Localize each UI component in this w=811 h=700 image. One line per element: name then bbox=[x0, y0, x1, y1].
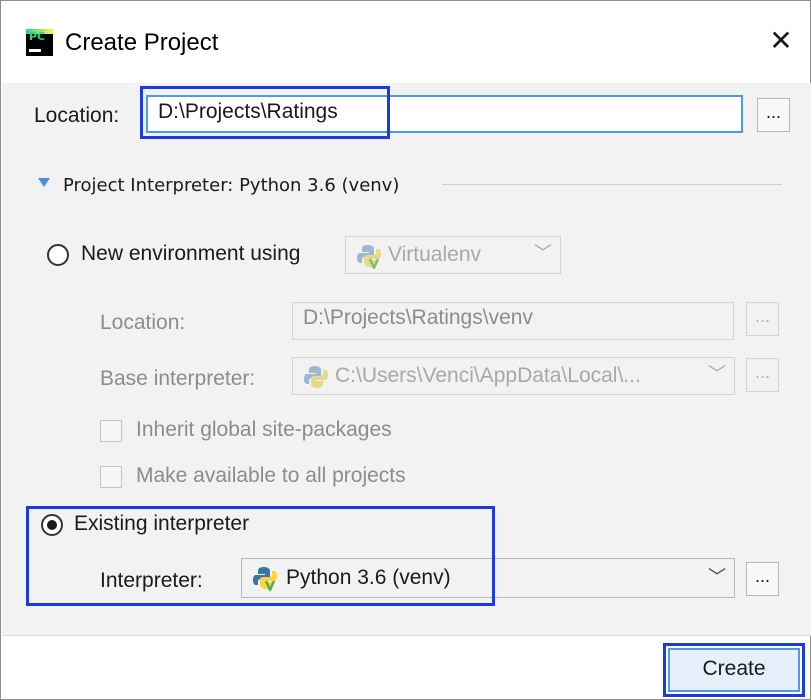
interpreter-section-title[interactable]: Project Interpreter: Python 3.6 (venv) bbox=[63, 172, 399, 200]
location-browse-button[interactable]: ... bbox=[757, 98, 790, 132]
inherit-packages-checkbox[interactable] bbox=[100, 420, 122, 442]
title-bar: PC Create Project ✕ bbox=[1, 1, 810, 83]
existing-interpreter-radio[interactable] bbox=[41, 514, 63, 536]
footer-separator bbox=[2, 635, 811, 636]
make-available-label[interactable]: Make available to all projects bbox=[136, 462, 406, 490]
inherit-packages-label[interactable]: Inherit global site-packages bbox=[136, 416, 392, 444]
pycharm-app-icon: PC bbox=[26, 29, 53, 56]
create-button[interactable]: Create bbox=[668, 648, 800, 692]
interpreter-label: Interpreter: bbox=[100, 569, 203, 592]
base-interpreter-select[interactable]: C:\Users\Venci\AppData\Local\... ﹀ bbox=[292, 357, 735, 395]
base-interpreter-browse-button[interactable]: ... bbox=[746, 358, 779, 392]
venv-location-label: Location: bbox=[100, 311, 186, 334]
interpreter-browse-button[interactable]: ... bbox=[746, 562, 779, 596]
venv-location-input[interactable]: D:\Projects\Ratings\venv bbox=[292, 302, 734, 340]
create-project-dialog: PC Create Project ✕ Location: D:\Project… bbox=[0, 0, 811, 700]
base-interpreter-value: C:\Users\Venci\AppData\Local\... bbox=[335, 364, 641, 387]
virtualenv-icon bbox=[357, 245, 381, 269]
python-icon bbox=[304, 366, 328, 388]
environment-tool-value: Virtualenv bbox=[388, 243, 482, 266]
dialog-title: Create Project bbox=[65, 29, 219, 56]
base-interpreter-label: Base interpreter: bbox=[100, 367, 256, 390]
location-label: Location: bbox=[34, 104, 120, 127]
existing-interpreter-label[interactable]: Existing interpreter bbox=[74, 510, 249, 538]
interpreter-value: Python 3.6 (venv) bbox=[286, 566, 451, 589]
interpreter-select[interactable]: Python 3.6 (venv) ﹀ bbox=[241, 558, 735, 598]
close-icon[interactable]: ✕ bbox=[765, 25, 797, 57]
chevron-down-icon: ﹀ bbox=[708, 364, 726, 384]
chevron-down-icon: ﹀ bbox=[708, 567, 726, 587]
expand-toggle-icon[interactable] bbox=[38, 178, 50, 187]
venv-location-browse-button[interactable]: ... bbox=[746, 302, 779, 336]
location-input[interactable]: D:\Projects\Ratings bbox=[146, 95, 743, 133]
python-venv-icon bbox=[253, 567, 277, 591]
section-separator bbox=[442, 184, 782, 185]
make-available-checkbox[interactable] bbox=[100, 466, 122, 488]
new-environment-label[interactable]: New environment using bbox=[81, 240, 300, 268]
new-environment-radio[interactable] bbox=[47, 244, 69, 266]
chevron-down-icon: ﹀ bbox=[534, 243, 552, 263]
environment-tool-select[interactable]: Virtualenv ﹀ bbox=[345, 236, 561, 274]
radio-selected-dot bbox=[47, 520, 57, 530]
